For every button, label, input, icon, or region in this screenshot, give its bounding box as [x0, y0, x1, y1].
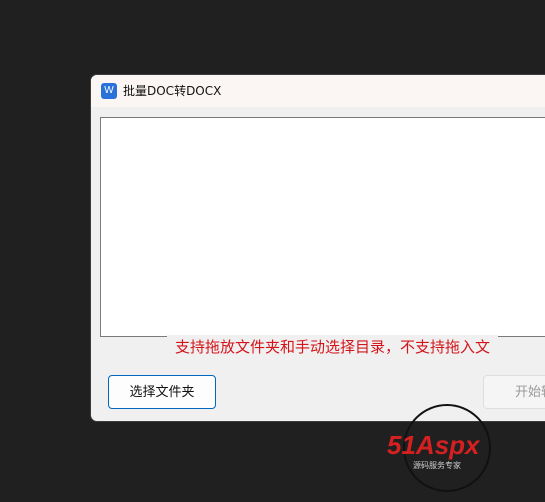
51aspx-watermark-logo: 51Aspx 源码服务专家: [387, 404, 491, 492]
select-folder-button[interactable]: 选择文件夹: [108, 375, 216, 409]
title-bar[interactable]: W 批量DOC转DOCX: [91, 75, 545, 107]
app-window: W 批量DOC转DOCX 支持拖放文件夹和手动选择目录，不支持拖入文 选择文件夹…: [90, 74, 545, 422]
word-app-icon: W: [101, 83, 117, 99]
window-title: 批量DOC转DOCX: [123, 84, 222, 98]
watermark-brand: 51Aspx: [387, 430, 481, 460]
drag-drop-hint: 支持拖放文件夹和手动选择目录，不支持拖入文: [167, 335, 499, 359]
folder-drop-list[interactable]: [100, 117, 545, 337]
watermark-tagline: 源码服务专家: [413, 460, 461, 470]
